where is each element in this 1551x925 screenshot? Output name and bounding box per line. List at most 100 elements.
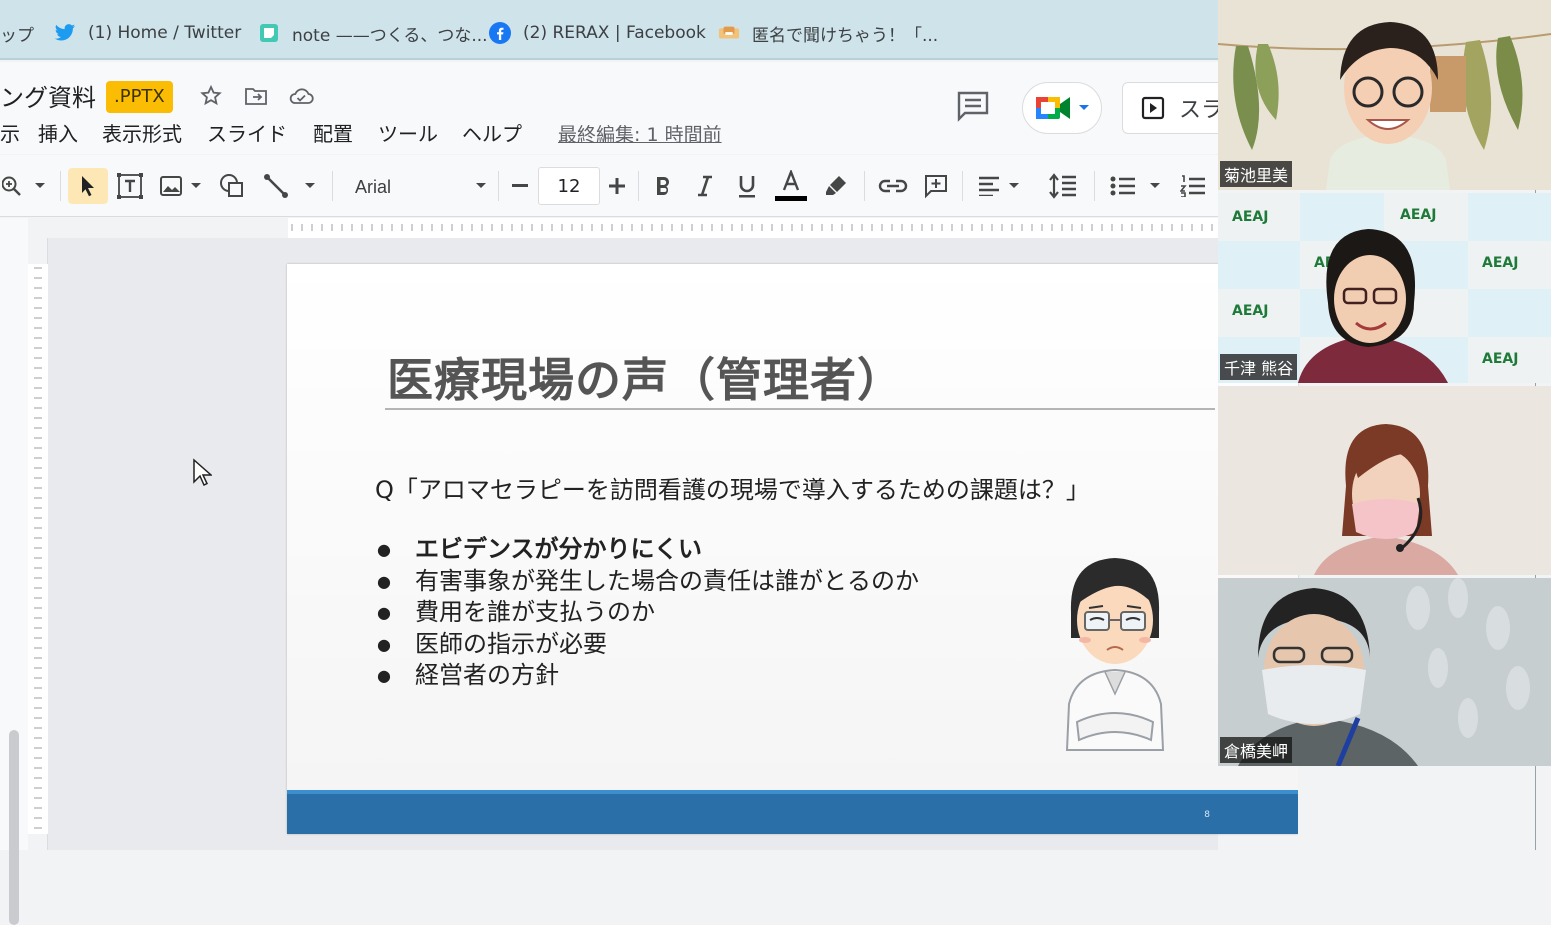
- slide-question[interactable]: Q「アロマセラピーを訪問看護の現場で導入するための課題は？」: [375, 470, 1090, 505]
- filmstrip-scrollbar[interactable]: [9, 730, 19, 925]
- facebook-icon: [489, 22, 511, 44]
- align-icon[interactable]: [974, 168, 1004, 204]
- menu-tools[interactable]: ツール: [378, 118, 438, 147]
- bookmark-facebook-label: (2) RERAX | Facebook: [523, 23, 706, 43]
- participant-video-3: [1218, 386, 1551, 575]
- slide-title[interactable]: 医療現場の声（管理者）: [387, 344, 904, 410]
- toolbar-divider: [1094, 171, 1095, 201]
- line-dropdown-icon[interactable]: [300, 168, 320, 204]
- slide[interactable]: 医療現場の声（管理者） Q「アロマセラピーを訪問看護の現場で導入するための課題は…: [287, 264, 1298, 834]
- bulleted-list-icon[interactable]: [1106, 168, 1140, 204]
- mouse-pointer-icon: [193, 458, 212, 487]
- cloud-saved-icon[interactable]: [287, 82, 315, 110]
- shape-icon[interactable]: [216, 168, 248, 204]
- select-tool-button[interactable]: [68, 168, 108, 204]
- worried-doctor-illustration[interactable]: [1055, 554, 1175, 754]
- meet-button[interactable]: [1022, 82, 1102, 134]
- zoom-dropdown-icon[interactable]: [30, 168, 50, 204]
- participant-name: 倉橋美岬: [1220, 737, 1293, 763]
- participant-tile-3[interactable]: [1218, 386, 1551, 575]
- cursor-arrow-icon: [82, 176, 94, 197]
- image-icon[interactable]: [156, 168, 186, 204]
- increase-font-size-button[interactable]: [603, 168, 631, 204]
- comment-history-button[interactable]: [955, 88, 991, 124]
- participant-tile-1[interactable]: 菊池里美: [1218, 0, 1551, 190]
- filmstrip-edge: [0, 218, 28, 925]
- participant-name: 菊池里美: [1220, 161, 1293, 187]
- editing-toolbar: Arial 12: [0, 155, 1218, 217]
- present-button[interactable]: スラ: [1122, 82, 1232, 134]
- present-icon: [1141, 96, 1165, 120]
- bold-icon[interactable]: [648, 168, 678, 204]
- slide-page-number: 8: [1204, 810, 1210, 820]
- font-dropdown-icon[interactable]: [472, 168, 490, 204]
- ruler-ticks: [288, 218, 1218, 238]
- menu-format[interactable]: 表示形式: [102, 118, 182, 147]
- toolbar-divider: [332, 171, 333, 201]
- present-label: スラ: [1179, 98, 1224, 123]
- bookmark-note[interactable]: note ——つくる、つな...: [258, 18, 488, 48]
- last-edit-link[interactable]: 最終編集: 1 時間前: [558, 120, 722, 147]
- add-comment-icon[interactable]: [920, 168, 952, 204]
- toolbar-divider: [60, 171, 61, 201]
- title-underline: [385, 408, 1215, 410]
- svg-text:AEAJ: AEAJ: [1482, 351, 1518, 367]
- svg-text:AEAJ: AEAJ: [1232, 303, 1268, 319]
- toolbar-divider: [864, 171, 865, 201]
- align-dropdown-icon[interactable]: [1006, 168, 1022, 204]
- text-box-icon[interactable]: [114, 168, 146, 204]
- comment-icon: [957, 91, 989, 122]
- bullet-item: エビデンスが分かりにくい: [375, 534, 919, 566]
- underline-icon[interactable]: [732, 168, 762, 204]
- star-icon[interactable]: [197, 82, 225, 110]
- image-dropdown-icon[interactable]: [188, 168, 204, 204]
- insert-link-icon[interactable]: [876, 168, 910, 204]
- zoom-icon[interactable]: [0, 168, 26, 204]
- menu-help[interactable]: ヘルプ: [462, 118, 522, 147]
- menu-arrange[interactable]: 配置: [313, 118, 353, 147]
- plus-icon: [609, 178, 625, 194]
- toolbar-divider: [498, 171, 499, 201]
- menu-insert[interactable]: 挿入: [38, 118, 78, 147]
- toolbar-divider: [638, 171, 639, 201]
- font-family-select[interactable]: Arial: [355, 177, 391, 198]
- bookmark-apps[interactable]: ップ: [0, 18, 34, 48]
- numbered-list-icon[interactable]: [1178, 168, 1208, 204]
- bookmark-anonymous[interactable]: 匿名で聞けちゃう！「...: [718, 18, 938, 48]
- bookmark-twitter[interactable]: (1) Home / Twitter: [54, 18, 241, 48]
- chevron-down-icon: [1079, 105, 1089, 110]
- line-spacing-icon[interactable]: [1046, 168, 1080, 204]
- bullet-list[interactable]: エビデンスが分かりにくい 有害事象が発生した場合の責任は誰がとるのか 費用を誰が…: [375, 534, 919, 692]
- menu-view[interactable]: 示: [0, 118, 20, 147]
- vertical-ruler-ticks: [28, 264, 48, 834]
- bullet-item: 有害事象が発生した場合の責任は誰がとるのか: [375, 566, 919, 598]
- slides-header: ング資料 .PPTX 示 挿入 表示形式 スライド 配置 ツール ヘルプ 最終編…: [0, 62, 1232, 154]
- line-icon[interactable]: [260, 168, 292, 204]
- highlight-color-icon[interactable]: [820, 168, 852, 204]
- text-color-icon[interactable]: [772, 168, 810, 204]
- twitter-icon: [54, 22, 76, 44]
- move-folder-icon[interactable]: [242, 82, 270, 110]
- bookmark-anonymous-label: 匿名で聞けちゃう！「...: [752, 25, 939, 46]
- document-title[interactable]: ング資料: [0, 78, 96, 113]
- svg-text:AEAJ: AEAJ: [1400, 207, 1436, 223]
- decrease-font-size-button[interactable]: [506, 168, 534, 204]
- vertical-ruler: [28, 238, 48, 850]
- bookmark-apps-label: ップ: [0, 25, 34, 46]
- menu-slide[interactable]: スライド: [207, 118, 287, 147]
- file-type-badge: .PPTX: [106, 81, 173, 113]
- participant-tile-4[interactable]: 倉橋美岬: [1218, 578, 1551, 766]
- participant-name: 千津 熊谷: [1220, 354, 1298, 380]
- participant-tile-2[interactable]: AEAJAEAJ AEAJAEAJ AEAJAEAJ 千津 熊谷: [1218, 193, 1551, 383]
- bookmark-twitter-label: (1) Home / Twitter: [88, 23, 242, 43]
- slide-footer-bar: 8: [287, 790, 1298, 834]
- minus-icon: [512, 184, 528, 187]
- italic-icon[interactable]: [690, 168, 720, 204]
- horizontal-ruler: [48, 218, 1218, 238]
- meet-icon: [1036, 97, 1070, 119]
- handshake-icon: [718, 22, 740, 44]
- bullet-dropdown-icon[interactable]: [1146, 168, 1164, 204]
- font-size-input[interactable]: 12: [538, 167, 600, 205]
- canvas-right-gutter: [1298, 766, 1551, 850]
- bookmark-facebook[interactable]: (2) RERAX | Facebook: [489, 18, 706, 48]
